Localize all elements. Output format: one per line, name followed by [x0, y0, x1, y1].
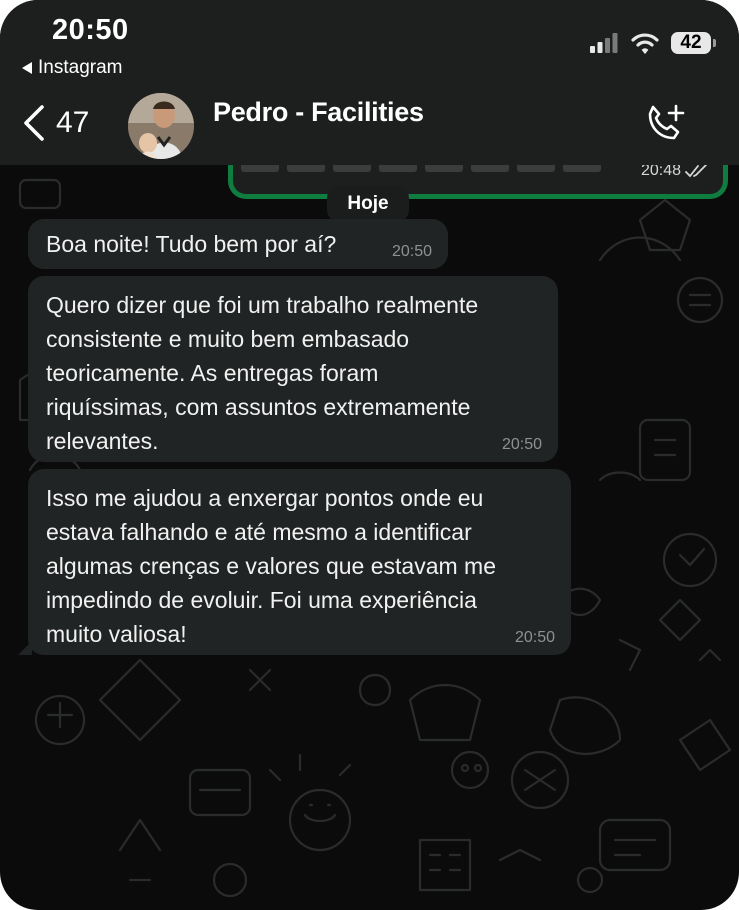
- message-bubble[interactable]: Quero dizer que foi um trabalho realment…: [28, 276, 558, 462]
- wifi-icon: [631, 33, 659, 54]
- message-bubble[interactable]: Isso me ajudou a enxergar pontos onde eu…: [18, 469, 571, 655]
- phone-add-icon: [648, 104, 685, 140]
- message-bubble[interactable]: Boa noite! Tudo bem por aí? 20:50: [28, 219, 448, 269]
- add-call-button[interactable]: [640, 100, 688, 148]
- battery-indicator: 42: [671, 32, 716, 54]
- message-text: Quero dizer que foi um trabalho realment…: [46, 292, 479, 454]
- avatar-photo: [128, 93, 194, 159]
- back-button[interactable]: 47: [22, 104, 89, 142]
- contact-name[interactable]: Pedro - Facilities: [213, 97, 424, 128]
- status-time: 20:50: [52, 14, 129, 46]
- message-timestamp: 20:50: [501, 436, 542, 453]
- back-triangle-icon: [22, 62, 32, 74]
- message-text: Isso me ajudou a enxergar pontos onde eu…: [46, 485, 496, 647]
- back-to-app-link[interactable]: Instagram: [22, 57, 122, 79]
- message-timestamp: 20:50: [391, 243, 432, 260]
- status-indicators: 42: [589, 32, 716, 54]
- chat-header: 20:50 Instagram 42 47 Pedro - Facilities: [0, 0, 739, 165]
- unread-count: 47: [56, 106, 90, 139]
- back-app-label: Instagram: [38, 57, 123, 78]
- date-separator: Hoje: [327, 186, 409, 222]
- chevron-left-icon: [24, 105, 44, 141]
- message-timestamp: 20:50: [514, 629, 555, 646]
- double-check-icon: [685, 164, 707, 178]
- contact-avatar[interactable]: [128, 93, 194, 159]
- chat-screen: 20:48 20:50 Instagram 42 47 Pedro - Faci…: [0, 0, 739, 910]
- cellular-signal-icon: [590, 33, 618, 53]
- message-text: Boa noite! Tudo bem por aí?: [46, 231, 337, 257]
